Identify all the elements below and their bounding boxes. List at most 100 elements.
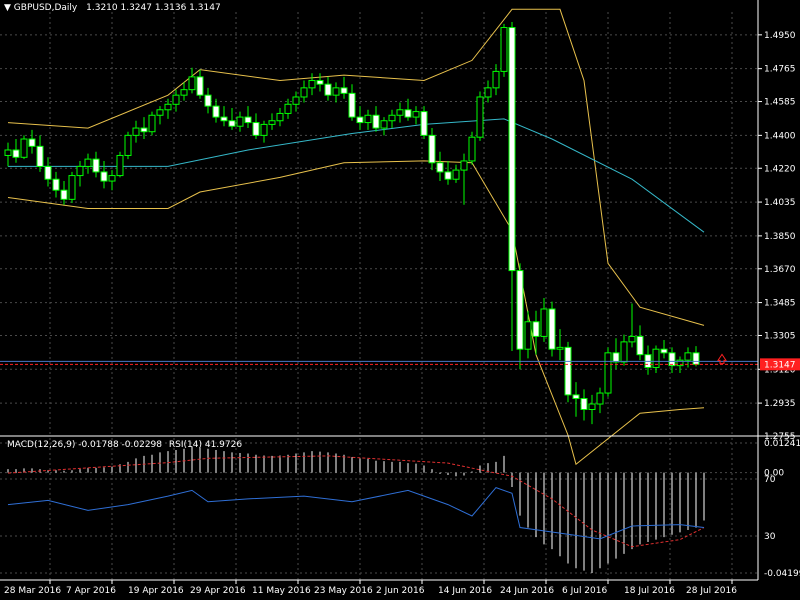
candle-body-53: [428, 134, 436, 164]
candle-body-47: [380, 120, 388, 129]
chart-menu-icon[interactable]: ▼: [4, 3, 11, 13]
candle-body-33: [268, 120, 276, 125]
candle-body-32: [260, 123, 268, 136]
indicator-axis: 0.012410.007030-0.04199: [764, 439, 800, 579]
buy-arrow-icon: [717, 353, 727, 364]
price-tick-label-2: 1.4585: [764, 98, 796, 108]
candle-body-43: [348, 92, 356, 118]
time-tick-label-10: 18 Jul 2016: [624, 586, 675, 596]
candle-body-3: [28, 138, 36, 147]
candle-body-19: [156, 109, 164, 116]
price-tick-label-7: 1.3670: [764, 265, 796, 275]
candle-body-62: [500, 27, 508, 72]
candle-body-4: [36, 145, 44, 167]
time-axis: 28 Mar 2016 7 Apr 2016 19 Apr 2016 29 Apr 2…: [4, 580, 737, 596]
indicator-header: MACD(12,26,9) -0.01788 -0.02298 RSI(14) …: [7, 440, 242, 450]
candle-body-66: [532, 321, 540, 337]
time-tick-label-9: 6 Jul 2016: [562, 586, 607, 596]
candlestick-series: [4, 22, 700, 425]
price-tick-label-5: 1.4035: [764, 198, 796, 208]
candle-body-82: [660, 348, 668, 354]
candle-body-48: [388, 114, 396, 122]
time-tick-label-6: 2 Jun 2016: [376, 586, 425, 596]
candle-body-85: [684, 352, 692, 361]
chart-area[interactable]: 1.4950 1.4765 1.4585 1.4400 1.4220 1.4035 1.38…: [0, 0, 800, 600]
time-tick-label-3: 29 Apr 2016: [190, 586, 246, 596]
candle-body-9: [76, 165, 84, 177]
candle-body-78: [628, 335, 636, 343]
candle-body-44: [356, 116, 364, 124]
candle-body-56: [452, 169, 460, 180]
ohlc-values: 1.3210 1.3247 1.3136 1.3147: [86, 3, 221, 13]
candle-body-28: [228, 120, 236, 127]
rsi-label: RSI(14) 41.9726: [168, 440, 243, 450]
candle-body-7: [60, 189, 68, 200]
price-tick-label-4: 1.4220: [764, 164, 796, 174]
candle-body-42: [340, 87, 348, 94]
candle-body-0: [4, 149, 12, 156]
candle-body-30: [244, 116, 252, 124]
candle-body-67: [540, 308, 548, 337]
time-tick-label-1: 7 Apr 2016: [66, 586, 116, 596]
candle-body-18: [148, 114, 156, 133]
candle-body-49: [396, 109, 404, 116]
candle-body-41: [332, 87, 340, 96]
candle-body-5: [44, 165, 52, 180]
price-tick-label-11: 1.2935: [764, 399, 796, 409]
price-tick-label-1: 1.4765: [764, 65, 796, 75]
candle-body-2: [20, 138, 28, 158]
candle-body-24: [196, 76, 204, 96]
candle-body-61: [492, 70, 500, 89]
candle-body-63: [508, 27, 516, 272]
current-price-label: 1.3147: [764, 360, 796, 370]
candle-body-27: [220, 116, 228, 122]
candle-body-25: [204, 94, 212, 107]
candle-body-71: [572, 394, 580, 400]
macd-label: MACD(12,26,9) -0.01788 -0.02298: [7, 440, 163, 450]
candle-body-76: [612, 352, 620, 363]
candle-body-14: [116, 154, 124, 177]
candle-body-34: [276, 112, 284, 122]
candle-body-51: [412, 111, 420, 118]
chart-header: ▼ GBPUSD,Daily 1.3210 1.3247 1.3136 1.31…: [4, 3, 221, 13]
candle-body-46: [372, 114, 380, 129]
candle-body-29: [236, 116, 244, 127]
candle-body-22: [180, 89, 188, 96]
candle-body-39: [316, 80, 324, 85]
candle-body-74: [596, 392, 604, 405]
time-tick-label-0: 28 Mar 2016: [4, 586, 61, 596]
candle-body-73: [588, 403, 596, 411]
candle-body-77: [620, 341, 628, 363]
candle-body-26: [212, 105, 220, 118]
candle-body-40: [324, 83, 332, 96]
candle-body-6: [52, 178, 60, 191]
candle-body-15: [124, 134, 132, 156]
indicator-tick-label-3: 30: [764, 532, 776, 542]
candle-body-60: [484, 87, 492, 98]
time-tick-label-8: 24 Jun 2016: [500, 586, 554, 596]
candle-body-65: [524, 321, 532, 350]
candle-body-86: [692, 352, 700, 365]
candle-body-23: [188, 76, 196, 91]
candle-body-8: [68, 175, 76, 200]
candle-body-20: [164, 103, 172, 111]
price-tick-label-6: 1.3850: [764, 232, 796, 242]
candle-body-1: [12, 149, 20, 158]
candle-body-75: [604, 352, 612, 394]
indicator-tick-label-4: -0.04199: [764, 569, 800, 579]
price-tick-label-3: 1.4400: [764, 131, 796, 141]
candle-body-16: [132, 127, 140, 136]
candle-body-64: [516, 270, 524, 350]
candle-body-36: [292, 96, 300, 105]
candle-body-52: [420, 111, 428, 136]
candle-body-12: [100, 171, 108, 182]
candle-body-37: [300, 87, 308, 98]
time-tick-label-4: 11 May 2016: [252, 586, 311, 596]
candle-body-70: [564, 346, 572, 396]
candle-body-13: [108, 175, 116, 182]
candle-body-57: [460, 160, 468, 171]
candle-body-50: [404, 109, 412, 118]
time-tick-label-7: 14 Jun 2016: [438, 586, 492, 596]
candle-body-69: [556, 346, 564, 350]
price-tick-label-8: 1.3485: [764, 299, 796, 309]
